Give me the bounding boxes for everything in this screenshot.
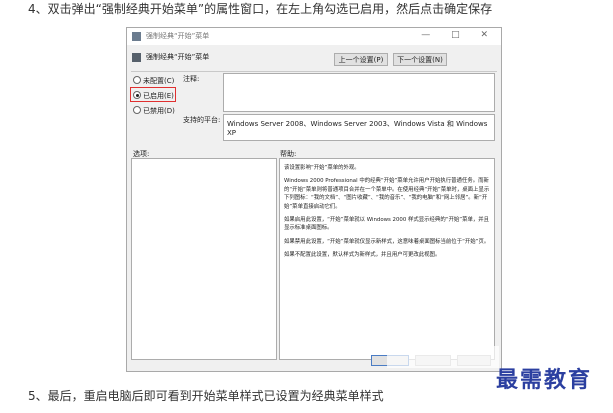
radio-not-configured[interactable]: 未配置(C) — [133, 76, 174, 86]
options-pane — [131, 158, 277, 360]
help-pane: 该设置影响“开始”菜单的外观。 Windows 2000 Professiona… — [279, 158, 495, 360]
blurred-region — [387, 346, 499, 368]
window-title: 强制经典“开始”菜单 — [146, 32, 210, 40]
step-4-instruction: 4、双击弹出“强制经典开始菜单”的属性窗口，在左上角勾选已启用，然后点击确定保存 — [28, 2, 493, 16]
help-paragraph: Windows 2000 Professional 中的经典“开始”菜单允许用户… — [284, 178, 490, 210]
setting-icon — [132, 53, 141, 62]
title-bar: 强制经典“开始”菜单 — □ ✕ — [127, 28, 501, 45]
radio-disabled[interactable]: 已禁用(D) — [133, 106, 175, 116]
help-paragraph: 如果不配置此设置，默认样式为新样式，并且用户可更改此视图。 — [284, 252, 441, 258]
watermark-logo: 最需教育 — [496, 367, 593, 393]
platform-value: Windows Server 2008、Windows Server 2003、… — [223, 114, 495, 141]
enabled-highlight-box — [130, 87, 176, 102]
policy-icon — [132, 32, 141, 41]
platform-label: 支持的平台: — [183, 116, 221, 124]
comment-label: 注释: — [183, 75, 200, 83]
divider — [131, 71, 497, 72]
radio-disabled-label: 已禁用(D) — [143, 107, 175, 115]
properties-dialog: 强制经典“开始”菜单 — □ ✕ 强制经典“开始”菜单 上一个设置(P) 下一个… — [126, 27, 502, 372]
comment-textarea[interactable] — [223, 73, 495, 112]
next-setting-button[interactable]: 下一个设置(N) — [393, 53, 447, 66]
previous-setting-button[interactable]: 上一个设置(P) — [334, 53, 388, 66]
help-paragraph: 如果禁用此设置，“开始”菜单就仅显示新样式，这意味着桌面图标当前位于“开始”页。 — [284, 238, 490, 245]
step-5-instruction: 5、最后，重启电脑后即可看到开始菜单样式已设置为经典菜单样式 — [28, 389, 384, 403]
help-paragraph: 该设置影响“开始”菜单的外观。 — [284, 165, 360, 171]
radio-not-configured-label: 未配置(C) — [143, 77, 175, 85]
radio-circle-icon — [133, 76, 141, 84]
help-paragraph: 如果启用此设置，“开始”菜单就以 Windows 2000 样式显示经典的“开始… — [284, 216, 490, 232]
radio-circle-icon — [133, 106, 141, 114]
window-controls[interactable]: — □ ✕ — [421, 30, 497, 40]
setting-title: 强制经典“开始”菜单 — [146, 53, 210, 61]
